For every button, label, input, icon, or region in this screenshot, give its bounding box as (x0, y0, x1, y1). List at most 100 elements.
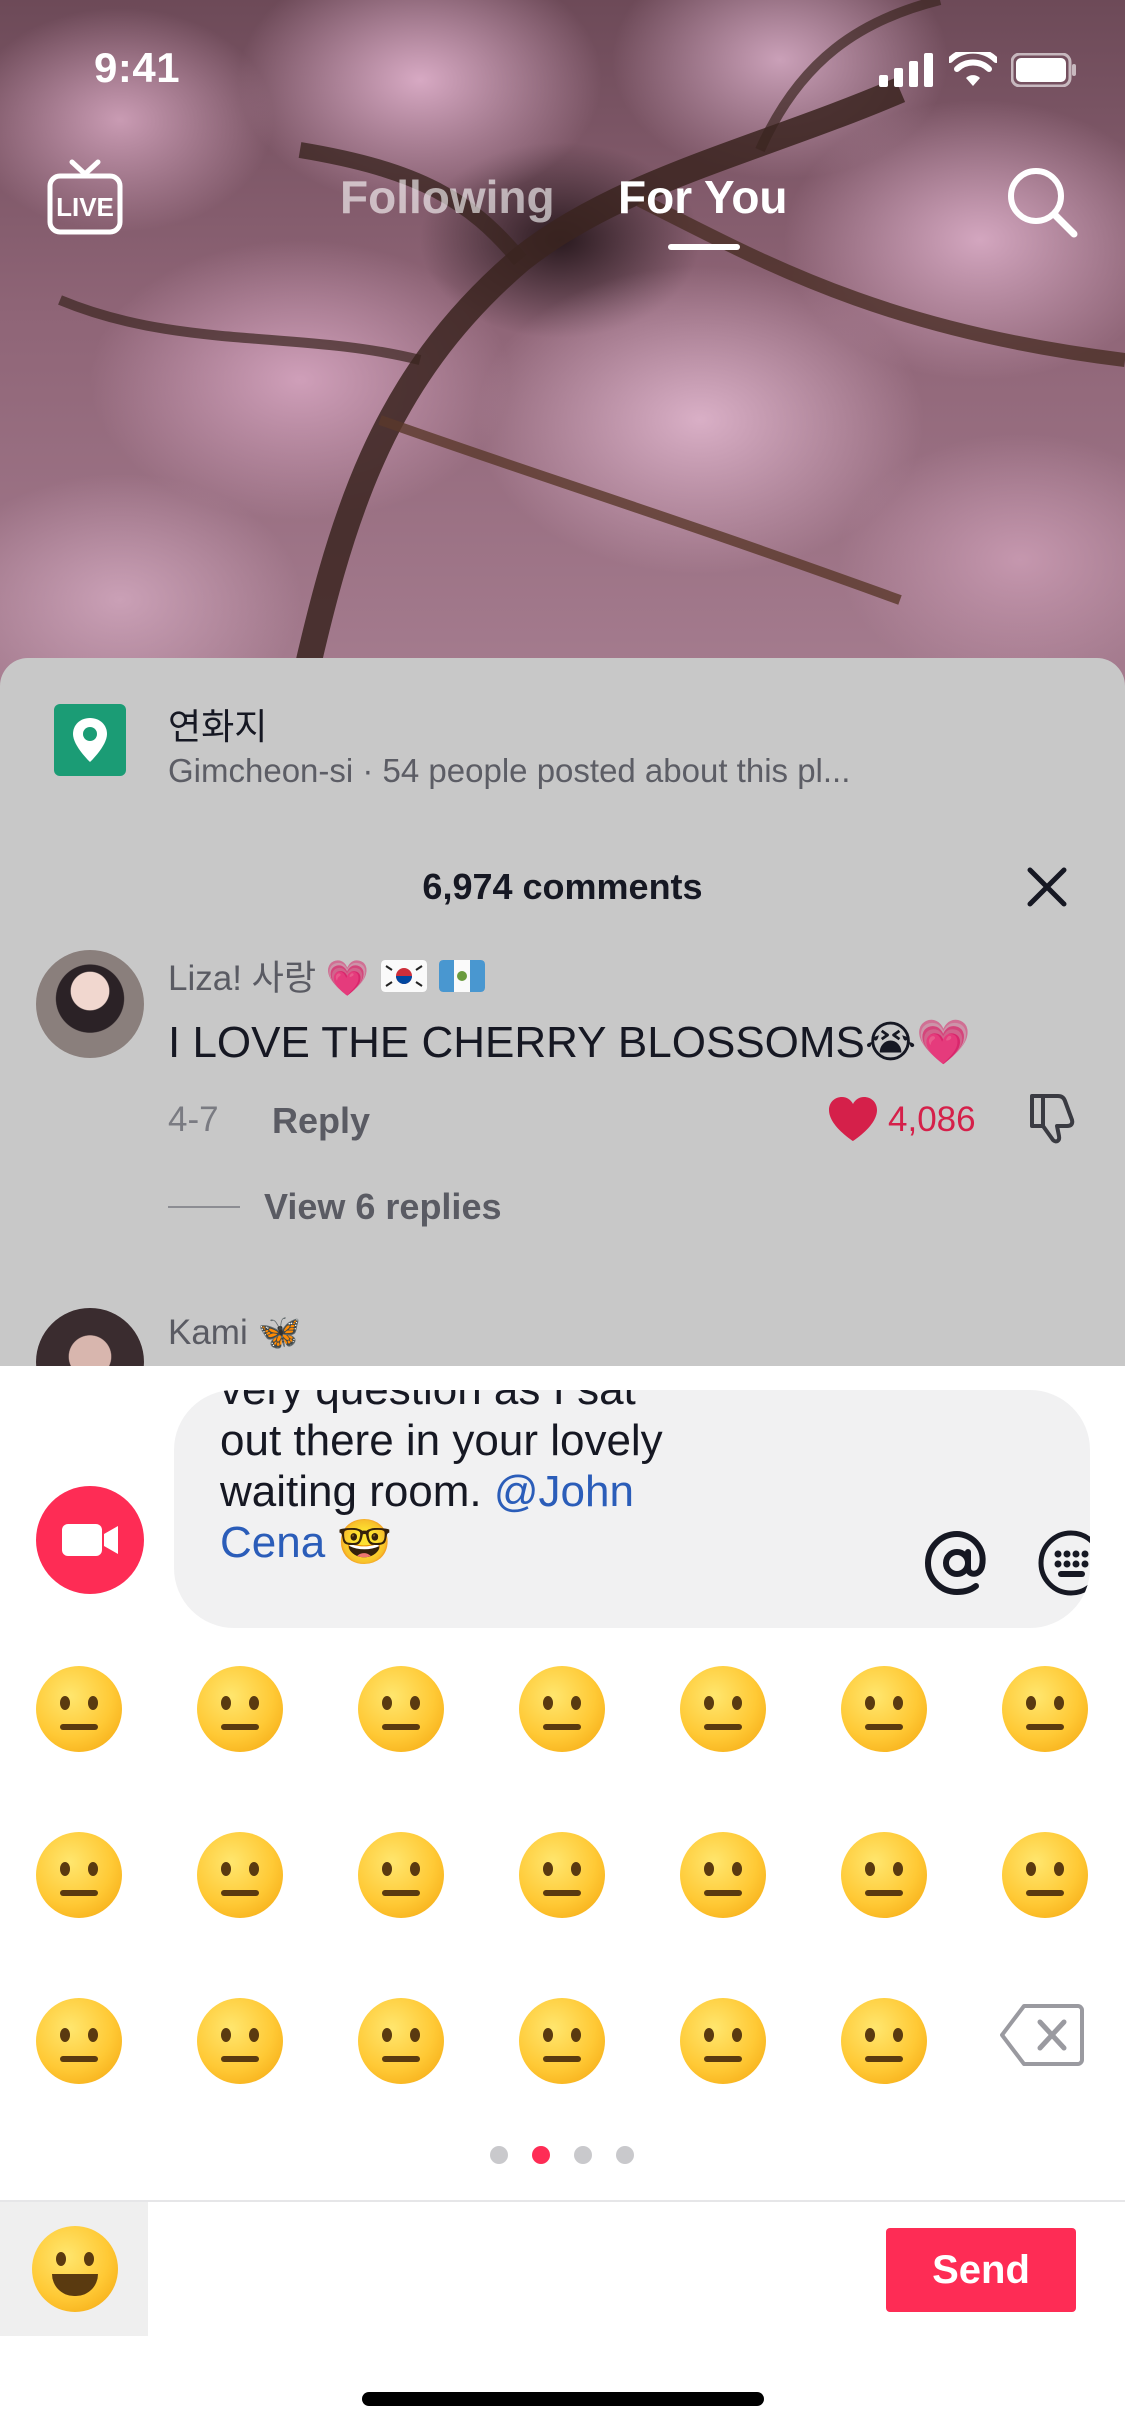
emoji-glyph: 🥺 (680, 1998, 766, 2084)
emoji-key[interactable]: 😔 (358, 1832, 444, 1918)
send-button[interactable]: Send (886, 2228, 1076, 2312)
page-dot[interactable] (574, 2146, 592, 2164)
emoji-key[interactable]: ☹️ (1002, 1832, 1088, 1918)
home-indicator (362, 2392, 764, 2406)
emoji-glyph: 😢 (841, 1998, 927, 2084)
wifi-icon (949, 52, 997, 86)
view-replies-button[interactable]: View 6 replies (264, 1186, 501, 1228)
emoji-glyph: 😣 (36, 1998, 122, 2084)
emoji-key[interactable]: 🥺 (680, 1998, 766, 2084)
battery-icon (1011, 53, 1076, 87)
emoji-key[interactable]: 😢 (841, 1998, 927, 2084)
input-line: waiting room. @John (220, 1466, 740, 1517)
emoji-glyph: 😫 (358, 1998, 444, 2084)
video-background[interactable]: 9:41 LIVE Following For You (0, 0, 1125, 700)
live-icon[interactable]: LIVE (46, 158, 124, 238)
comment-text: I LOVE THE CHERRY BLOSSOMS😭💗 (168, 1018, 972, 1067)
emoji-glyph: 🥳 (841, 1666, 927, 1752)
emoji-glyph: ☹️ (1002, 1832, 1088, 1918)
status-time: 9:41 (94, 44, 181, 91)
emoji-key[interactable]: 🧐 (197, 1666, 283, 1752)
emoji-glyph: 😞 (197, 1832, 283, 1918)
input-line: out there in your lovely (220, 1416, 663, 1465)
heart-icon[interactable] (826, 1094, 880, 1144)
emoji-key[interactable]: 🤓 (358, 1666, 444, 1752)
emoji-key[interactable]: 😕 (680, 1832, 766, 1918)
cellular-signal-icon (879, 53, 933, 87)
emoji-glyph: 🤓 (358, 1666, 444, 1752)
emoji-glyph: 😕 (680, 1832, 766, 1918)
emoji-glyph: 😔 (358, 1832, 444, 1918)
replies-divider (168, 1206, 240, 1208)
page-dot[interactable] (616, 2146, 634, 2164)
video-reply-button[interactable] (36, 1486, 144, 1594)
emoji-glyph: 😏 (1002, 1666, 1088, 1752)
reply-button[interactable]: Reply (272, 1100, 370, 1142)
comments-sheet: 연화지 Gimcheon-si · 54 people posted about… (0, 658, 1125, 1378)
emoji-key[interactable]: 😖 (197, 1998, 283, 2084)
comments-count: 6,974 comments (422, 866, 703, 907)
korea-flag-icon (381, 959, 428, 992)
keyboard-icon[interactable] (1036, 1528, 1090, 1598)
cherry-blossom-branches (58, 0, 1125, 700)
mention-at-icon[interactable] (922, 1528, 992, 1598)
comment-composer: very question as I sat out there in your… (0, 1366, 1125, 2436)
video-camera-icon (62, 1524, 118, 1556)
emoji-key[interactable]: 🙁 (841, 1832, 927, 1918)
emoji-key[interactable]: 🤩 (680, 1666, 766, 1752)
username-text: Kami 🦋 (168, 1313, 302, 1352)
emoji-key[interactable]: 😎 (519, 1666, 605, 1752)
tab-for-you[interactable]: For You (618, 170, 788, 224)
input-line: very question as I sat (220, 1390, 740, 1415)
avatar[interactable] (36, 950, 144, 1058)
emoji-category-tab[interactable] (0, 2202, 148, 2336)
page-dot[interactable] (490, 2146, 508, 2164)
comment-date: 4-7 (168, 1100, 219, 1139)
backspace-icon[interactable] (1000, 2002, 1084, 2068)
emoji-glyph: 😩 (519, 1998, 605, 2084)
emoji-glyph: 😎 (519, 1666, 605, 1752)
page-dot[interactable] (532, 2146, 550, 2164)
emoji-glyph: 😒 (36, 1832, 122, 1918)
input-line-text: waiting room. (220, 1467, 494, 1516)
close-icon[interactable] (1024, 864, 1070, 910)
guatemala-flag-icon (439, 959, 486, 992)
mention-tag[interactable]: Cena (220, 1518, 325, 1567)
status-icons (879, 52, 1077, 88)
input-line: Cena 🤓 (220, 1517, 740, 1568)
comment-username[interactable]: Kami 🦋 (168, 1312, 301, 1353)
emoji-key[interactable]: 😫 (358, 1998, 444, 2084)
emoji-key[interactable]: 😣 (36, 1998, 122, 2084)
emoji-key[interactable]: 🥳 (841, 1666, 927, 1752)
divider (0, 2200, 1125, 2202)
emoji-glyph: 🧐 (197, 1666, 283, 1752)
emoji-key[interactable]: 😩 (519, 1998, 605, 2084)
comment-username[interactable]: Liza! 사랑 💗 (168, 950, 486, 1001)
emoji-key[interactable]: 😏 (1002, 1666, 1088, 1752)
smiley-icon (32, 2226, 118, 2312)
search-icon[interactable] (1004, 164, 1078, 238)
location-pin-icon[interactable] (54, 704, 126, 776)
emoji-glyph: 🙁 (841, 1832, 927, 1918)
comment-input[interactable]: very question as I sat out there in your… (174, 1390, 1090, 1628)
active-tab-indicator (668, 244, 740, 250)
emoji-glyph: 🤨 (36, 1666, 122, 1752)
emoji-key[interactable]: 😟 (519, 1832, 605, 1918)
tab-following[interactable]: Following (340, 170, 555, 224)
map-pin-icon (73, 718, 107, 762)
comment-input-text[interactable]: very question as I sat out there in your… (220, 1390, 740, 1568)
like-count: 4,086 (888, 1100, 976, 1139)
emoji-key[interactable]: 😒 (36, 1832, 122, 1918)
nerd-emoji: 🤓 (337, 1518, 393, 1567)
username-text: Liza! 사랑 💗 (168, 959, 370, 998)
mention-tag[interactable]: @John (494, 1467, 634, 1516)
emoji-glyph: 😖 (197, 1998, 283, 2084)
dislike-icon[interactable] (1026, 1090, 1080, 1146)
emoji-key[interactable]: 😞 (197, 1832, 283, 1918)
emoji-glyph: 😟 (519, 1832, 605, 1918)
location-subtitle[interactable]: Gimcheon-si · 54 people posted about thi… (168, 752, 850, 790)
svg-text:LIVE: LIVE (56, 192, 114, 222)
emoji-glyph: 🤩 (680, 1666, 766, 1752)
emoji-key[interactable]: 🤨 (36, 1666, 122, 1752)
location-name[interactable]: 연화지 (168, 698, 267, 750)
